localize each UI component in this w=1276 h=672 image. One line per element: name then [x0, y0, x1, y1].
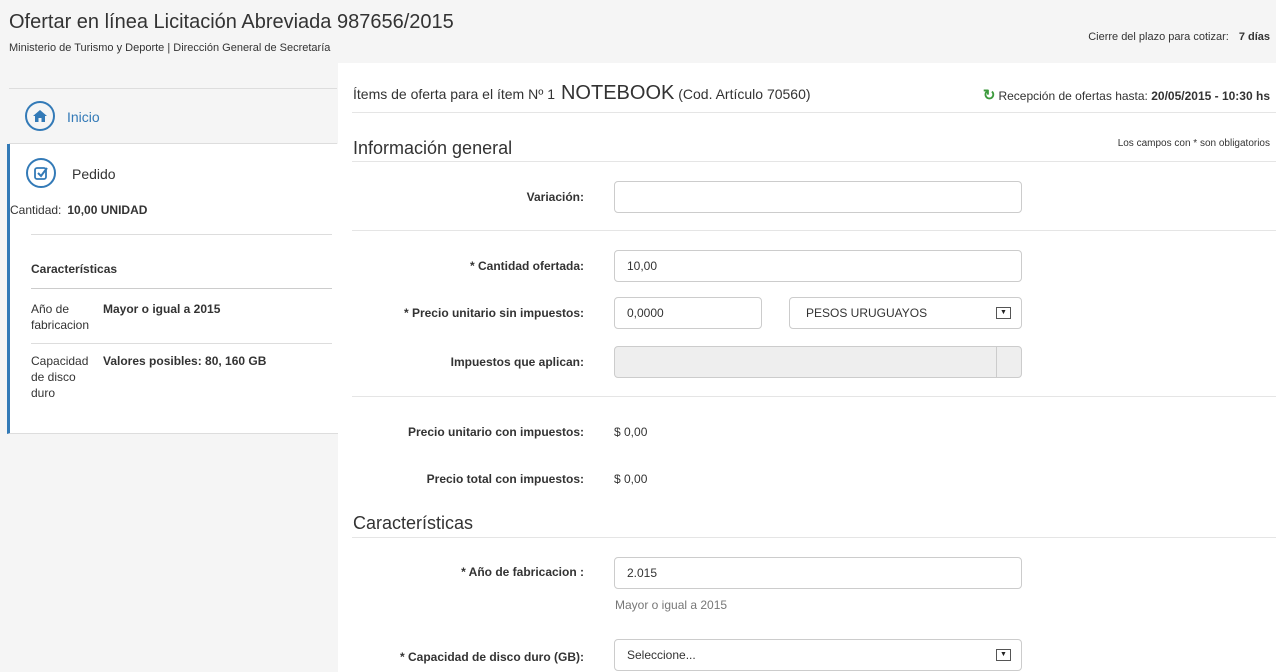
page-title: Ofertar en línea Licitación Abreviada 98…: [9, 11, 454, 33]
anio-helper-text: Mayor o igual a 2015: [615, 598, 728, 612]
caracteristica-value: Mayor o igual a 2015: [103, 302, 221, 316]
deadline-info: Cierre del plazo para cotizar: 7 días: [1088, 31, 1270, 43]
divider: [352, 161, 1276, 162]
home-icon: [25, 101, 55, 131]
cantidad-ofertada-label: * Cantidad ofertada:: [469, 259, 584, 273]
pedido-label: Pedido: [72, 166, 116, 182]
caracteristicas-title: Características: [31, 262, 118, 276]
cantidad-ofertada-input[interactable]: 10,00: [614, 250, 1022, 282]
precio-total-label: Precio total con impuestos:: [426, 472, 584, 486]
capacidad-disco-select[interactable]: Seleccione... ▼: [614, 639, 1022, 671]
capacidad-disco-label: * Capacidad de disco duro (GB):: [399, 650, 584, 664]
caracteristica-name: Capacidad de disco duro: [31, 354, 89, 400]
sidebar-item-inicio[interactable]: Inicio: [9, 88, 337, 144]
divider: [352, 537, 1276, 538]
impuestos-field[interactable]: [614, 346, 1022, 378]
pedido-cantidad: Cantidad: 10,00 UNIDAD: [10, 203, 147, 217]
sidebar-item-label: Inicio: [67, 109, 100, 125]
reception-label: Recepción de ofertas hasta:: [998, 89, 1148, 103]
divider: [352, 396, 1276, 397]
divider: [31, 234, 332, 235]
divider: [31, 343, 332, 344]
item-prefix: Ítems de oferta para el ítem Nº 1: [353, 86, 555, 102]
divider: [996, 347, 997, 377]
divider: [352, 112, 1276, 113]
precio-unitario-input[interactable]: 0,0000: [614, 297, 762, 329]
precio-unitario-label: * Precio unitario sin impuestos:: [403, 306, 584, 320]
section-title-caracteristicas: Características: [353, 513, 474, 533]
sidebar-item-pedido: Pedido Cantidad: 10,00 UNIDAD Característ…: [7, 144, 338, 434]
item-title: Ítems de oferta para el ítem Nº 1 NOTEBOO…: [353, 82, 811, 105]
impuestos-label: Impuestos que aplican:: [450, 355, 584, 369]
variacion-label: Variación:: [526, 190, 584, 204]
precio-con-impuestos-value: $ 0,00: [614, 425, 648, 439]
divider: [31, 288, 332, 289]
sidebar: Inicio Pedido Cantidad: 10,00 UNIDAD Cara…: [0, 63, 338, 672]
caracteristica-value: Valores posibles: 80, 160 GB: [103, 354, 267, 368]
section-title-general: Información general: [353, 138, 513, 158]
deadline-value: 7 días: [1238, 31, 1270, 43]
precio-total-value: $ 0,00: [614, 472, 648, 486]
reception-value: 20/05/2015 - 10:30 hs: [1151, 89, 1270, 103]
anio-fabricacion-input[interactable]: 2.015: [614, 557, 1022, 589]
page-header: Ofertar en línea Licitación Abreviada 98…: [0, 0, 1276, 63]
currency-select[interactable]: PESOS URUGUAYOS ▼: [789, 297, 1022, 329]
required-note: Los campos con * son obligatorios: [1117, 138, 1270, 149]
checkbox-icon: [26, 158, 56, 188]
cantidad-value: 10,00 UNIDAD: [67, 203, 148, 217]
chevron-down-icon: ▼: [996, 649, 1011, 661]
caracteristica-name: Año de fabricacion: [31, 302, 90, 332]
anio-fabricacion-label: * Año de fabricacion :: [461, 565, 584, 579]
item-name: NOTEBOOK: [560, 82, 675, 104]
divider: [352, 230, 1276, 231]
cantidad-label: Cantidad:: [10, 203, 62, 217]
precio-con-impuestos-label: Precio unitario con impuestos:: [407, 425, 584, 439]
deadline-label: Cierre del plazo para cotizar:: [1088, 31, 1229, 43]
refresh-icon[interactable]: ↻: [983, 87, 996, 104]
capacidad-disco-placeholder: Seleccione...: [627, 648, 696, 662]
variacion-input[interactable]: [614, 181, 1022, 213]
currency-value: PESOS URUGUAYOS: [806, 306, 928, 320]
item-code: (Cod. Artículo 70560): [678, 86, 811, 102]
page-subtitle: Ministerio de Turismo y Deporte | Direcc…: [9, 42, 331, 54]
chevron-down-icon: ▼: [996, 307, 1011, 319]
reception-deadline: ↻ Recepción de ofertas hasta: 20/05/2015 …: [983, 86, 1270, 104]
